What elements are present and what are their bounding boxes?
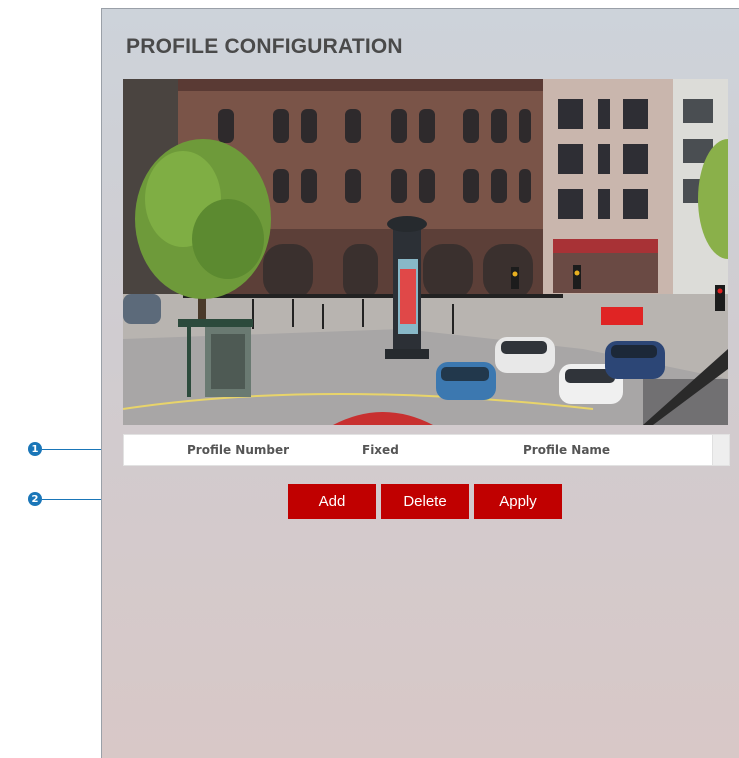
column-header-profile-name: Profile Name — [523, 443, 611, 457]
table-scrollbar-column[interactable] — [712, 435, 729, 465]
callout-label: 2 — [31, 493, 39, 505]
camera-preview-image — [123, 79, 728, 425]
add-button[interactable]: Add — [288, 484, 376, 519]
column-header-fixed: Fixed — [362, 443, 399, 457]
page-title: PROFILE CONFIGURATION — [126, 35, 403, 58]
callout-marker-2: 2 — [28, 492, 42, 506]
callout-marker-1: 1 — [28, 442, 42, 456]
callout-label: 1 — [31, 443, 39, 455]
delete-button[interactable]: Delete — [381, 484, 469, 519]
column-header-profile-number: Profile Number — [187, 443, 290, 457]
apply-button[interactable]: Apply — [474, 484, 562, 519]
profile-table-header: Profile Number Fixed Profile Name — [123, 434, 730, 466]
profile-configuration-panel: PROFILE CONFIGURATION Profile Number Fix… — [101, 8, 739, 758]
